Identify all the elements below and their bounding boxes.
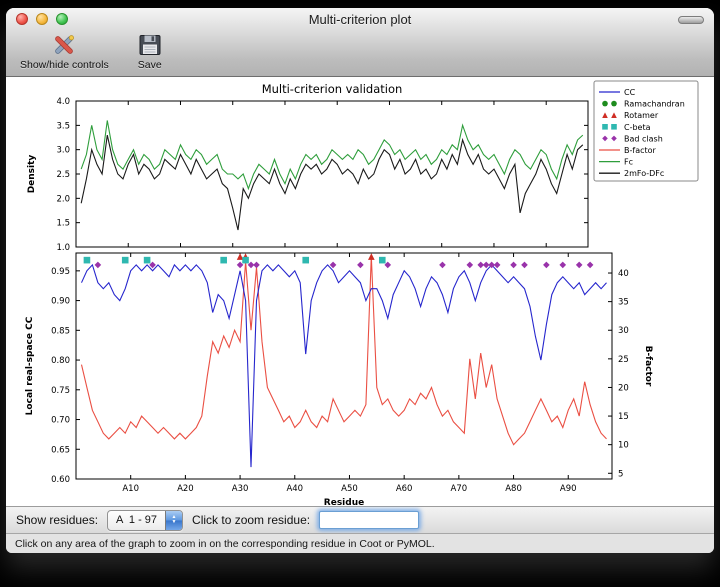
zoom-residue-label: Click to zoom residue: [192, 513, 310, 527]
toolbar-toggle-button[interactable] [678, 16, 704, 24]
zoom-residue-input[interactable] [319, 511, 419, 529]
svg-text:A50: A50 [341, 484, 358, 494]
close-button[interactable] [16, 13, 28, 25]
svg-text:Density: Density [27, 155, 37, 194]
residue-range-select[interactable]: A 1 - 97 ▲▼ [107, 510, 183, 531]
legend-label: C-beta [624, 123, 651, 132]
save-button[interactable]: Save [133, 31, 167, 72]
svg-text:A60: A60 [396, 484, 413, 494]
svg-text:A10: A10 [122, 484, 139, 494]
toolbar-button-label: Show/hide controls [20, 59, 109, 71]
legend-label: CC [624, 88, 636, 97]
svg-text:1.0: 1.0 [56, 243, 70, 253]
legend-label: Fc [624, 158, 633, 167]
svg-text:0.95: 0.95 [51, 267, 70, 277]
svg-text:0.85: 0.85 [51, 326, 70, 336]
chart-title: Multi-criterion validation [262, 82, 403, 96]
status-text: Click on any area of the graph to zoom i… [15, 538, 435, 550]
svg-text:0.75: 0.75 [51, 386, 70, 396]
svg-text:35: 35 [618, 298, 629, 308]
svg-text:0.70: 0.70 [51, 416, 70, 426]
svg-text:B-factor: B-factor [643, 346, 653, 387]
svg-text:A30: A30 [232, 484, 249, 494]
svg-text:40: 40 [618, 269, 629, 279]
tools-icon [51, 32, 77, 58]
window-title: Multi-criterion plot [309, 12, 412, 27]
stepper-icon: ▲▼ [165, 511, 182, 530]
svg-text:Residue: Residue [324, 498, 364, 507]
svg-text:2.5: 2.5 [56, 170, 70, 180]
legend-label: Bad clash [624, 134, 663, 143]
toolbar-button-label: Save [138, 59, 162, 71]
svg-text:10: 10 [618, 441, 629, 451]
bottom-plot-frame [76, 253, 612, 479]
legend-label: Rotamer [624, 111, 659, 120]
toolbar: Show/hide controls Save [6, 30, 714, 76]
traffic-lights [16, 13, 68, 25]
svg-text:0.60: 0.60 [51, 475, 70, 485]
status-bar: Click on any area of the graph to zoom i… [6, 533, 714, 553]
controls-bar: Show residues: A 1 - 97 ▲▼ Click to zoom… [6, 506, 714, 533]
svg-text:A20: A20 [177, 484, 194, 494]
legend-label: B-factor [624, 146, 657, 155]
show-hide-controls-button[interactable]: Show/hide controls [16, 31, 113, 72]
svg-text:30: 30 [618, 326, 629, 336]
svg-text:3.5: 3.5 [56, 121, 70, 131]
svg-text:5: 5 [618, 469, 623, 479]
svg-text:0.65: 0.65 [51, 445, 70, 455]
svg-text:3.0: 3.0 [56, 146, 70, 156]
figure-svg: Multi-criterion validation 1.0 1.5 2.0 2.5 3.… [18, 77, 702, 507]
top-plot-frame [76, 101, 588, 247]
svg-text:20: 20 [618, 383, 629, 393]
svg-text:15: 15 [618, 412, 629, 422]
svg-text:1.5: 1.5 [56, 219, 70, 229]
svg-text:A90: A90 [560, 484, 577, 494]
save-icon [137, 32, 163, 58]
titlebar[interactable]: Multi-criterion plot [6, 8, 714, 30]
window-chrome: Multi-criterion plot Show/hide controls [6, 8, 714, 77]
show-residues-label: Show residues: [16, 513, 98, 527]
svg-text:0.80: 0.80 [51, 356, 70, 366]
svg-text:25: 25 [618, 355, 629, 365]
svg-text:A80: A80 [505, 484, 522, 494]
zoom-button[interactable] [56, 13, 68, 25]
svg-text:4.0: 4.0 [56, 97, 70, 107]
plot-area[interactable]: Multi-criterion validation 1.0 1.5 2.0 2.5 3.… [6, 77, 714, 506]
legend-label: Ramachandran [624, 100, 685, 109]
legend-label: 2mFo-DFc [624, 169, 664, 178]
svg-text:0.90: 0.90 [51, 297, 70, 307]
residue-range-value: A 1 - 97 [108, 514, 165, 526]
svg-text:2.0: 2.0 [56, 194, 70, 204]
svg-text:A70: A70 [451, 484, 468, 494]
app-window: Multi-criterion plot Show/hide controls [6, 8, 714, 553]
svg-text:A40: A40 [286, 484, 303, 494]
minimize-button[interactable] [36, 13, 48, 25]
svg-text:Local real-space CC: Local real-space CC [25, 316, 35, 415]
